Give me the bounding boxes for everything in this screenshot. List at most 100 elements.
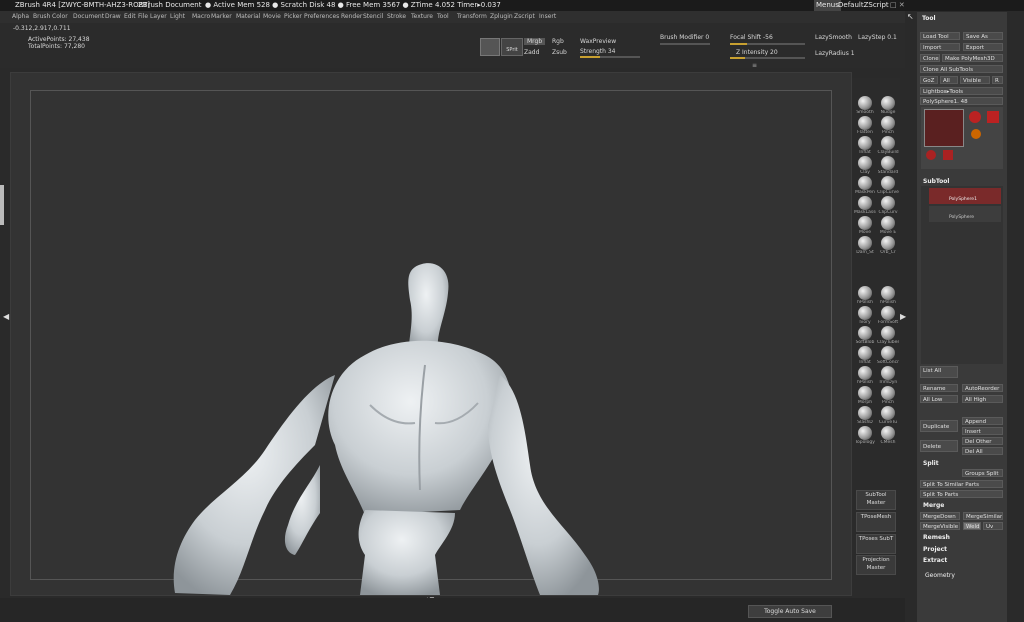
brush-maskpen[interactable]: MaskPen [854, 176, 876, 195]
subtool-item[interactable]: PolySphere [929, 206, 1001, 222]
menu-movie[interactable]: Movie [263, 13, 281, 20]
brush-trimdyn[interactable]: TrimDyn [877, 366, 899, 385]
current-tool-slider[interactable]: PolySphere1. 48 [920, 97, 1003, 105]
clone-all-subtools-button[interactable]: Clone All SubTools [920, 65, 1003, 73]
lightbox-tools-button[interactable]: Lightbox▸Tools [920, 87, 1003, 95]
menu-light[interactable]: Light [170, 13, 185, 20]
polysphere-small-thumbnail[interactable] [943, 150, 953, 160]
menus-button[interactable]: Menus [814, 0, 841, 11]
zsub-button[interactable]: Zsub [552, 49, 567, 56]
shelf-button-tposes-subt[interactable]: TPoses SubT [856, 534, 896, 554]
brush-dam-st[interactable]: Dam_St [854, 236, 876, 255]
menu-alpha[interactable]: Alpha [12, 13, 29, 20]
menu-transform[interactable]: Transform [457, 13, 487, 20]
all-low-button[interactable]: All Low [920, 395, 958, 403]
menu-stroke[interactable]: Stroke [387, 13, 406, 20]
tool-thumbnails[interactable] [921, 107, 1003, 169]
sphere-thumbnail[interactable] [969, 111, 981, 123]
brush-inflat[interactable]: Inflat [854, 136, 876, 155]
brush-orb-cr[interactable]: Orb_Cr [877, 236, 899, 255]
remesh-header[interactable]: Remesh [923, 534, 950, 541]
uv-button[interactable]: Uv [983, 522, 1003, 530]
goz-all-button[interactable]: All [940, 76, 958, 84]
menu-zscript[interactable]: Zscript [514, 13, 535, 20]
brush-nudge[interactable]: Nudge [877, 96, 899, 115]
cylinder-thumbnail[interactable] [926, 150, 936, 160]
pin-icon[interactable]: ↖ [907, 12, 914, 21]
menu-document[interactable]: Document [73, 13, 104, 20]
brush-clipcurve[interactable]: ClipCurve [877, 176, 899, 195]
subtool-header[interactable]: SubTool [923, 178, 949, 185]
brush-formsoft[interactable]: FormSoft [877, 306, 899, 325]
extract-header[interactable]: Extract [923, 557, 947, 564]
all-high-button[interactable]: All High [962, 395, 1003, 403]
r-button[interactable]: R [992, 76, 1003, 84]
menu-edit[interactable]: Edit [124, 13, 136, 20]
z-intensity-slider[interactable] [730, 57, 805, 59]
right-arrow-icon[interactable]: ▶ [900, 312, 906, 321]
brush-modifier-slider[interactable] [660, 43, 710, 45]
shelf-button-subtool[interactable]: SubTool Master [856, 490, 896, 510]
clone-button[interactable]: Clone [920, 54, 940, 62]
rename-button[interactable]: Rename [920, 384, 958, 392]
brush-pinch[interactable]: Pinch [877, 116, 899, 135]
focal-shift-slider[interactable] [730, 43, 805, 45]
autoreorder-button[interactable]: AutoReorder [962, 384, 1003, 392]
simplebrush-thumbnail[interactable] [971, 129, 981, 139]
split-header[interactable]: Split [923, 460, 939, 467]
sculpt-mesh[interactable] [170, 255, 610, 595]
brush-softblob[interactable]: SoftBlob [854, 326, 876, 345]
groups-split-button[interactable]: Groups Split [962, 469, 1003, 477]
import-button[interactable]: Import [920, 43, 960, 51]
menu-render[interactable]: Render [341, 13, 362, 20]
brush-flatten[interactable]: Flatten [854, 116, 876, 135]
brush-morph[interactable]: Morph [854, 386, 876, 405]
mergevisible-button[interactable]: MergeVisible [920, 522, 960, 530]
shelf-button-tposemesh[interactable]: TPoseMesh [856, 512, 896, 532]
goz-button[interactable]: GoZ [920, 76, 938, 84]
brush-hpolish[interactable]: hPolish [854, 366, 876, 385]
brush-smooth[interactable]: Smooth [854, 96, 876, 115]
weld-button[interactable]: Weld [963, 522, 981, 530]
panel-scroll-strip[interactable] [1008, 12, 1024, 622]
subtool-item-active[interactable]: PolySphere1 [929, 188, 1001, 204]
mergedown-button[interactable]: MergeDown [920, 512, 960, 520]
shelf-button-projection[interactable]: Projection Master [856, 555, 896, 575]
del-other-button[interactable]: Del Other [962, 437, 1003, 445]
brush-hpolish[interactable]: hPolish [854, 286, 876, 305]
menu-picker[interactable]: Picker [284, 13, 302, 20]
brush-curvetu[interactable]: CurveTu [877, 406, 899, 425]
left-arrow-icon[interactable]: ◀ [3, 312, 9, 321]
menu-zplugin[interactable]: Zplugin [490, 13, 513, 20]
del-all-button[interactable]: Del All [962, 447, 1003, 455]
brush-claybuild[interactable]: ClayBuild [877, 136, 899, 155]
top-collapse-icon[interactable]: ≡ [752, 62, 757, 69]
export-button[interactable]: Export [963, 43, 1003, 51]
zadd-button[interactable]: Zadd [524, 49, 539, 56]
make-polymesh-button[interactable]: Make PolyMesh3D [942, 54, 1003, 62]
window-controls[interactable]: □ ✕ [890, 0, 905, 11]
brush-clay[interactable]: Clay [854, 156, 876, 175]
brush-clipcurv[interactable]: ClipCurv [877, 196, 899, 215]
brush-cmesh[interactable]: CMesh [877, 426, 899, 445]
sprit-button[interactable]: SPrit [501, 38, 523, 56]
brush-move-e[interactable]: Move E [877, 216, 899, 235]
list-all-button[interactable]: List All [920, 366, 958, 378]
subtool-list[interactable]: PolySphere1 PolySphere [921, 186, 1003, 364]
brush-topology[interactable]: Topology [854, 426, 876, 445]
strength-slider[interactable] [580, 56, 640, 58]
menu-tool[interactable]: Tool [437, 13, 449, 20]
mrgb-button[interactable]: Mrgb [524, 38, 546, 45]
brush-claytubes[interactable]: ClayTubes [877, 326, 899, 345]
brush-slashd[interactable]: SlashD [854, 406, 876, 425]
wax-preview-button[interactable]: WaxPreview [580, 38, 616, 45]
brush-inflat[interactable]: Inflat [854, 346, 876, 365]
draw-mode-button[interactable] [480, 38, 500, 56]
menu-insert[interactable]: Insert [539, 13, 556, 20]
load-tool-button[interactable]: Load Tool [920, 32, 960, 40]
menu-file[interactable]: File [138, 13, 148, 20]
zscript-name[interactable]: DefaultZScript [838, 0, 889, 11]
menu-macro[interactable]: Macro [192, 13, 210, 20]
save-as-button[interactable]: Save As [963, 32, 1003, 40]
visible-button[interactable]: Visible [960, 76, 990, 84]
